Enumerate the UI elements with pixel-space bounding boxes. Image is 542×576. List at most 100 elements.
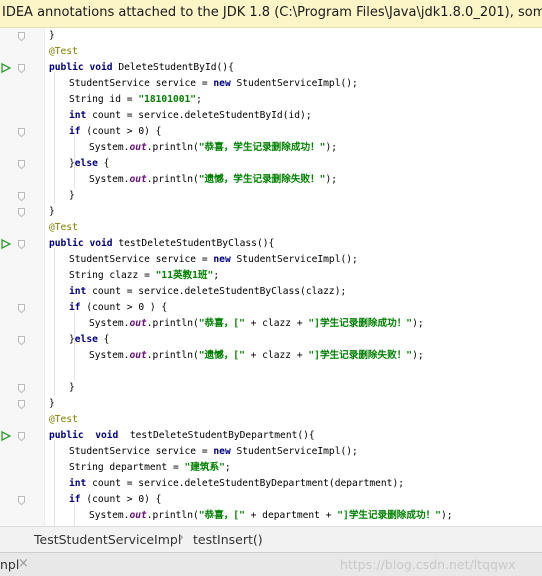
code-token: "18101001" — [138, 94, 197, 105]
code-token: "恭喜，学生记录删除成功！" — [198, 142, 326, 153]
code-line[interactable]: } — [0, 204, 542, 220]
code-token: count = service.deleteStudentById(id); — [86, 110, 312, 121]
code-line[interactable]: if (count > 0) { — [0, 492, 542, 508]
code-token: int — [69, 478, 87, 489]
code-line[interactable]: int count = service.deleteStudentByClass… — [0, 284, 542, 300]
code-line[interactable]: public void testDeleteStudentByClass(){ — [0, 236, 542, 252]
code-token: StudentServiceImpl(); — [230, 78, 358, 89]
code-line[interactable]: }else { — [0, 332, 542, 348]
close-icon[interactable]: × — [18, 556, 29, 571]
code-line[interactable]: StudentService service = new StudentServ… — [0, 444, 542, 460]
code-text: if (count > 0) { — [69, 492, 161, 508]
breadcrumb-class[interactable]: TestStudentServiceImpl — [34, 532, 181, 547]
code-line[interactable]: int count = service.deleteStudentByDepar… — [0, 476, 542, 492]
fold-icon[interactable] — [18, 160, 25, 169]
code-line[interactable]: System.out.println("遗憾，[" + clazz + "]学生… — [0, 348, 542, 364]
code-token: new — [213, 254, 231, 265]
fold-icon[interactable] — [18, 208, 25, 217]
fold-icon[interactable] — [18, 496, 25, 505]
breadcrumb: TestStudentServiceImpl › testInsert() — [0, 526, 542, 552]
code-text: @Test — [49, 220, 78, 236]
breadcrumb-method[interactable]: testInsert() — [193, 532, 263, 547]
code-line[interactable]: int count = service.deleteStudentById(id… — [0, 108, 542, 124]
code-line[interactable]: System.out.println("恭喜，[" + clazz + "]学生… — [0, 316, 542, 332]
fold-icon[interactable] — [18, 240, 25, 249]
code-line[interactable]: System.out.println("恭喜，学生记录删除成功！"); — [0, 140, 542, 156]
code-text: } — [49, 396, 55, 412]
notice-bar[interactable]: IDEA annotations attached to the JDK 1.8… — [0, 0, 542, 28]
code-line[interactable]: @Test — [0, 412, 542, 428]
code-token: "建筑系" — [184, 462, 225, 473]
fold-icon[interactable] — [18, 336, 25, 345]
code-token: } — [49, 30, 55, 41]
code-line[interactable]: @Test — [0, 44, 542, 60]
code-line[interactable]: String id = "18101001"; — [0, 92, 542, 108]
code-token: out — [129, 174, 147, 185]
code-token: + clazz + — [244, 350, 309, 361]
code-token: @Test — [49, 46, 78, 57]
run-test-icon[interactable] — [1, 239, 11, 249]
code-token: StudentServiceImpl(); — [230, 254, 358, 265]
code-line[interactable]: if (count > 0 ) { — [0, 300, 542, 316]
code-token: .println( — [146, 318, 199, 329]
code-line[interactable]: } — [0, 380, 542, 396]
fold-icon[interactable] — [18, 128, 25, 137]
fold-icon[interactable] — [18, 64, 25, 73]
code-token: int — [69, 110, 87, 121]
code-line[interactable]: if (count > 0) { — [0, 124, 542, 140]
code-line[interactable]: System.out.println("遗憾，学生记录删除失败！"); — [0, 172, 542, 188]
run-test-icon[interactable] — [1, 431, 11, 441]
code-text: public void testDeleteStudentByDepartmen… — [49, 428, 315, 444]
code-line[interactable]: String department = "建筑系"; — [0, 460, 542, 476]
code-token: .println( — [146, 142, 199, 153]
code-token: "恭喜，[" — [198, 510, 245, 521]
fold-icon[interactable] — [18, 192, 25, 201]
code-token: System. — [89, 142, 130, 153]
code-text: System.out.println("遗憾，学生记录删除失败！"); — [89, 172, 337, 188]
code-token: ); — [440, 510, 453, 521]
code-line[interactable]: StudentService service = new StudentServ… — [0, 76, 542, 92]
code-text: StudentService service = new StudentServ… — [69, 76, 358, 92]
code-token: ); — [412, 318, 424, 329]
fold-icon[interactable] — [18, 432, 25, 441]
code-line[interactable]: StudentService service = new StudentServ… — [0, 252, 542, 268]
code-line[interactable]: @Test — [0, 220, 542, 236]
tab-file-label[interactable]: npl — [0, 557, 19, 572]
code-text: System.out.println("恭喜，学生记录删除成功！"); — [89, 140, 337, 156]
fold-icon[interactable] — [18, 400, 25, 409]
code-text: System.out.println("遗憾，[" + clazz + "]学生… — [89, 348, 424, 364]
code-line[interactable]: public void DeleteStudentById(){ — [0, 60, 542, 76]
code-token: @Test — [49, 222, 78, 233]
chevron-right-icon: › — [179, 530, 184, 544]
code-token: public — [49, 62, 84, 73]
fold-icon[interactable] — [18, 304, 25, 313]
code-token: if — [69, 494, 81, 505]
code-line[interactable]: }else { — [0, 156, 542, 172]
code-text: StudentService service = new StudentServ… — [69, 252, 358, 268]
code-line[interactable]: public void testDeleteStudentByDepartmen… — [0, 428, 542, 444]
run-test-icon[interactable] — [1, 63, 11, 73]
code-text: StudentService service = new StudentServ… — [69, 444, 358, 460]
code-text: if (count > 0 ) { — [69, 300, 167, 316]
code-editor[interactable]: } @Test public void DeleteStudentById(){St… — [0, 28, 542, 526]
code-text: } — [49, 204, 55, 220]
code-token: out — [129, 142, 147, 153]
code-token: } — [69, 190, 75, 201]
code-text: public void testDeleteStudentByClass(){ — [49, 236, 274, 252]
code-line[interactable]: System.out.println("恭喜，[" + department +… — [0, 508, 542, 524]
code-token: new — [213, 446, 231, 457]
fold-icon[interactable] — [18, 32, 25, 41]
code-line[interactable]: } — [0, 396, 542, 412]
code-token: StudentService service = — [69, 254, 214, 265]
code-line[interactable]: } — [0, 28, 542, 44]
code-line[interactable]: String clazz = "11英教1班"; — [0, 268, 542, 284]
code-token: { — [97, 158, 110, 169]
code-line[interactable]: } — [0, 188, 542, 204]
code-text: if (count > 0) { — [69, 124, 161, 140]
code-token: ); — [325, 174, 337, 185]
code-token: .println( — [146, 174, 199, 185]
fold-icon[interactable] — [18, 384, 25, 393]
code-token: if — [69, 302, 81, 313]
code-token: System. — [89, 510, 130, 521]
